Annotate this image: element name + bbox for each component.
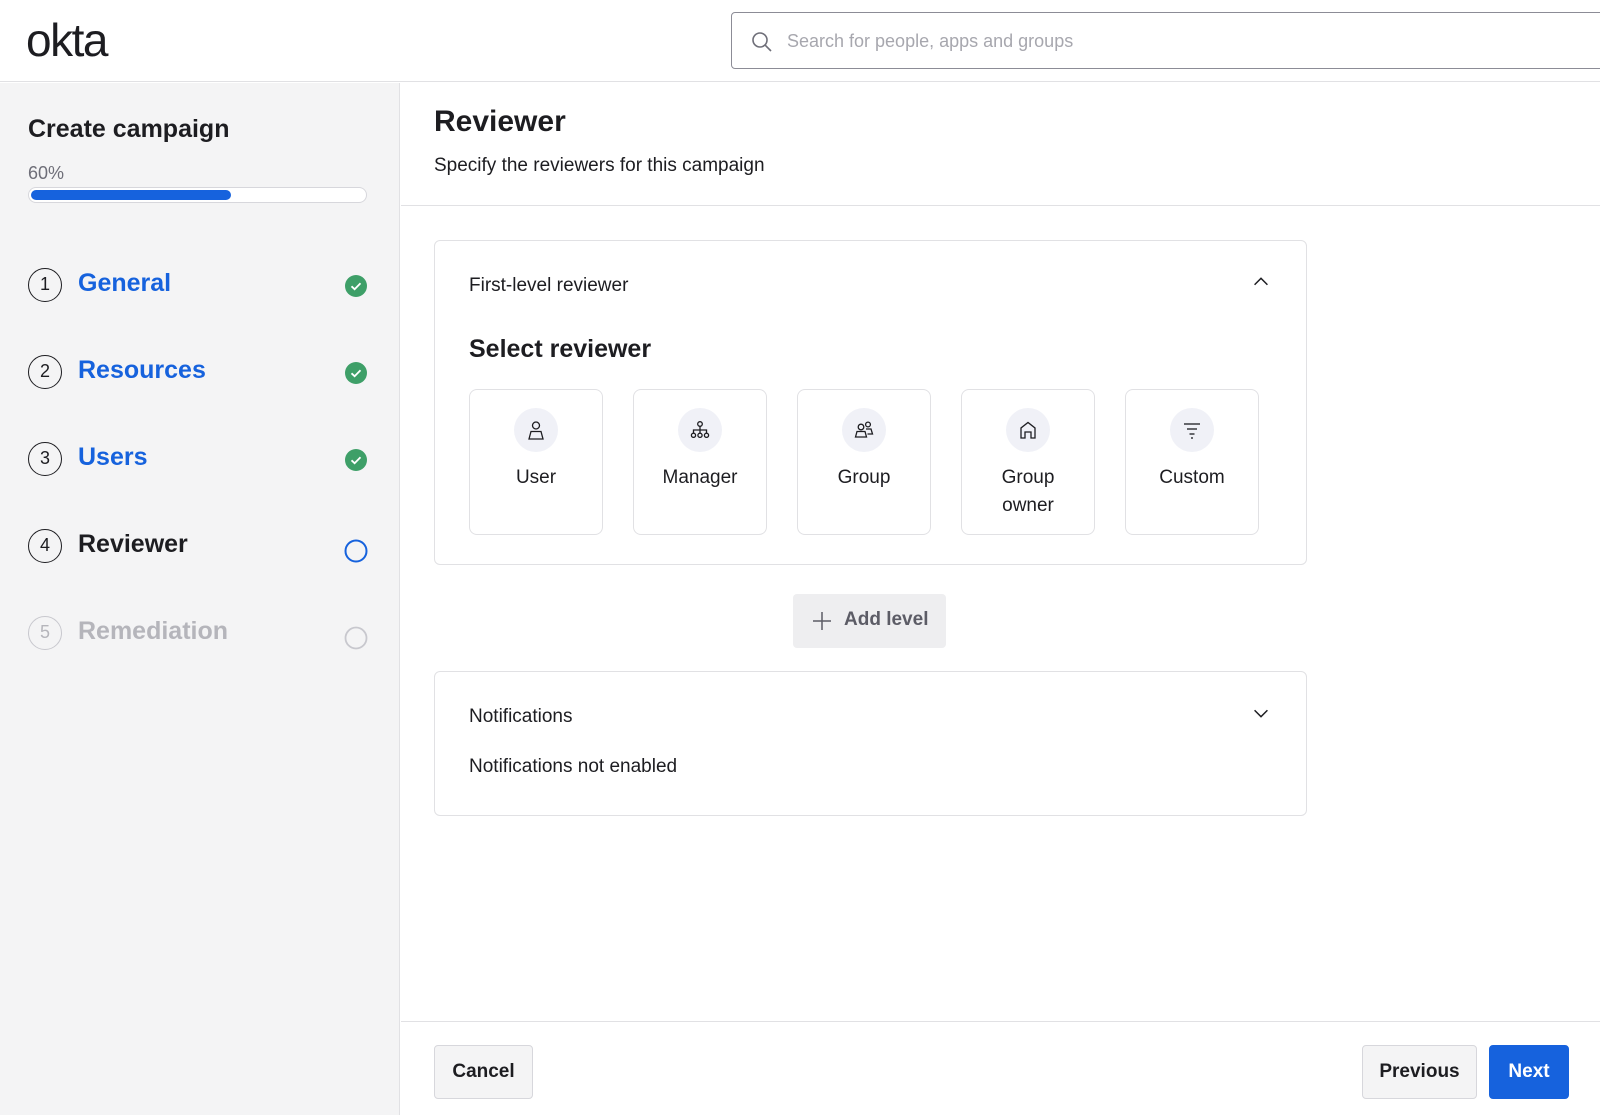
reviewer-option-group-owner[interactable]: Group owner [961,389,1095,535]
first-level-reviewer-panel: First-level reviewer Select reviewer Use… [434,240,1307,565]
home-icon [1020,421,1036,439]
step-number: 5 [28,616,62,650]
next-button[interactable]: Next [1489,1045,1569,1099]
notifications-heading: Notifications [469,706,573,727]
step-label: Resources [78,356,206,384]
page-subtitle: Specify the reviewers for this campaign [434,155,765,176]
check-circle-icon [345,275,367,297]
step-number: 4 [28,529,62,563]
step-label: Users [78,443,148,471]
current-step-circle-icon [344,539,368,563]
okta-logo[interactable]: okta [26,14,108,66]
step-number: 2 [28,355,62,389]
reviewer-option-manager[interactable]: Manager [633,389,767,535]
add-level-label: Add level [844,609,929,630]
select-reviewer-title: Select reviewer [469,335,652,363]
group-icon-wrap [842,408,886,452]
group-icon [854,421,874,438]
page-title: Reviewer [434,105,566,138]
progress-percent: 60% [28,163,65,183]
top-header: okta [0,0,1600,82]
reviewer-option-label: Manager [662,467,738,488]
upcoming-step-circle-icon [344,626,368,650]
reviewer-option-label: Group [837,467,891,488]
filter-icon-wrap [1170,408,1214,452]
search-box[interactable] [731,12,1600,69]
search-icon [752,32,772,52]
reviewer-option-group[interactable]: Group [797,389,931,535]
reviewer-option-label: Group owner [1001,467,1055,516]
add-level-button[interactable]: Add level [793,594,946,648]
step-resources[interactable]: 2 Resources [28,353,368,393]
user-icon [528,421,544,440]
org-chart-icon [690,421,710,439]
first-level-reviewer-heading: First-level reviewer [469,275,629,296]
cancel-button[interactable]: Cancel [434,1045,533,1099]
step-general[interactable]: 1 General [28,266,368,306]
plus-icon [813,612,831,630]
reviewer-option-label: Custom [1159,467,1225,488]
org-chart-icon-wrap [678,408,722,452]
check-circle-icon [345,449,367,471]
step-remediation: 5 Remediation [28,614,368,654]
header-divider [401,205,1600,206]
reviewer-option-label: User [515,467,557,488]
sidebar-title: Create campaign [28,115,230,143]
home-icon-wrap [1006,408,1050,452]
step-label: Reviewer [78,530,188,558]
chevron-down-icon[interactable] [1250,702,1272,724]
previous-button[interactable]: Previous [1362,1045,1477,1099]
reviewer-option-user[interactable]: User [469,389,603,535]
search-input[interactable] [787,21,1567,61]
step-number: 1 [28,268,62,302]
step-number: 3 [28,442,62,476]
step-label: Remediation [78,617,229,645]
filter-icon [1184,423,1200,439]
footer-divider [401,1021,1600,1022]
notifications-panel: Notifications Notifications not enabled [434,671,1307,816]
progress-bar-fill [31,190,231,200]
wizard-sidebar: Create campaign 60% 1 General 2 Resource… [0,83,400,1115]
check-circle-icon [345,362,367,384]
user-icon-wrap [514,408,558,452]
main-content: Reviewer Specify the reviewers for this … [401,83,1600,1115]
step-reviewer[interactable]: 4 Reviewer [28,527,368,567]
notifications-status: Notifications not enabled [469,756,678,777]
chevron-up-icon[interactable] [1250,271,1272,293]
step-users[interactable]: 3 Users [28,440,368,480]
progress-bar [28,187,367,203]
reviewer-option-custom[interactable]: Custom [1125,389,1259,535]
step-label: General [78,269,172,297]
